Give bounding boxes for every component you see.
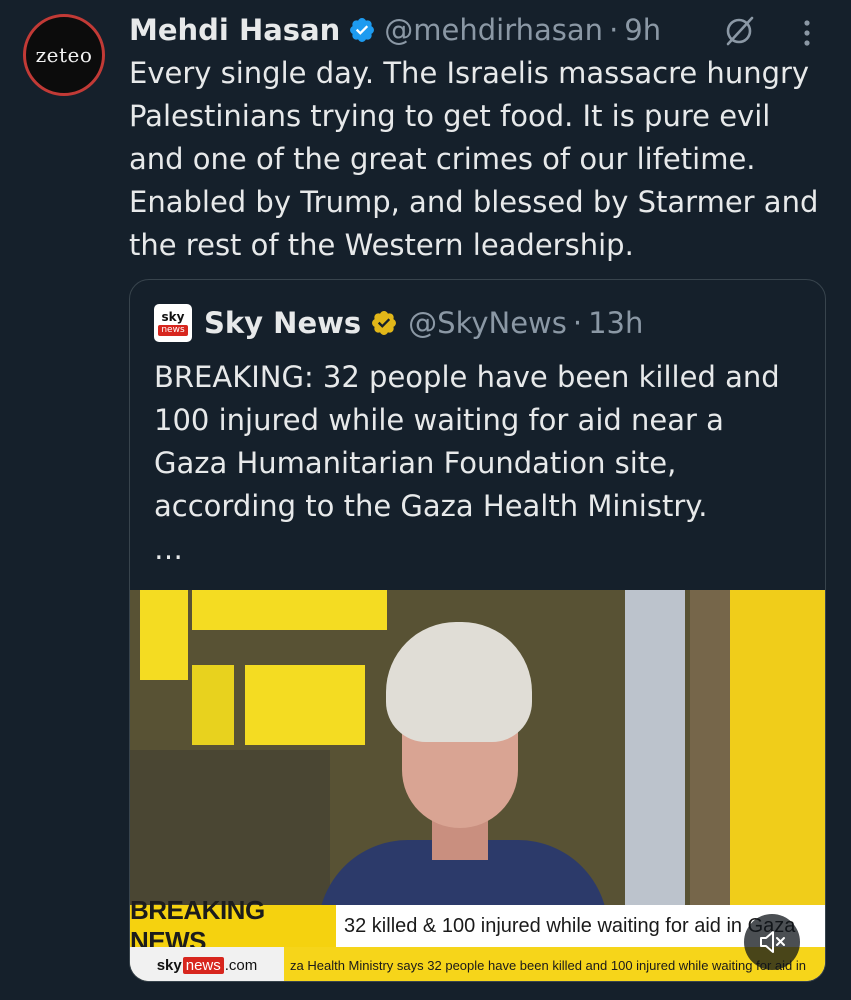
ticker-crawl-text: za Health Ministry says 32 people have b… xyxy=(284,947,825,981)
quoted-tweet-header: sky news Sky News @SkyNews · 13h xyxy=(154,302,643,344)
studio-window-light xyxy=(625,590,685,910)
studio-panel-yellow xyxy=(192,665,234,745)
author-avatar[interactable]: zeteo xyxy=(23,14,105,96)
logo-com: .com xyxy=(224,956,258,974)
breaking-news-label: BREAKING NEWS xyxy=(130,895,336,956)
quoted-author-handle[interactable]: @SkyNews xyxy=(408,306,567,340)
quoted-tweet-card[interactable]: sky news Sky News @SkyNews · 13h BREAKIN… xyxy=(129,279,826,982)
studio-panel-yellow xyxy=(245,665,365,745)
news-ticker: sky news .com za Health Ministry says 32… xyxy=(130,947,825,981)
author-handle[interactable]: @mehdirhasan xyxy=(384,13,603,47)
sky-news-avatar[interactable]: sky news xyxy=(154,304,192,342)
quoted-tweet-text: BREAKING: 32 people have been killed and… xyxy=(154,356,794,571)
quoted-tweet-ellipsis: … xyxy=(154,532,183,566)
speaker-muted-icon xyxy=(760,931,785,953)
author-name[interactable]: Mehdi Hasan xyxy=(129,13,340,47)
tweet-header: Mehdi Hasan @mehdirhasan · 9h xyxy=(129,10,661,50)
sky-avatar-bottom: news xyxy=(158,324,188,336)
logo-news: news xyxy=(182,956,224,974)
grok-icon[interactable] xyxy=(722,14,756,48)
more-options-icon[interactable] xyxy=(800,16,814,50)
studio-frame xyxy=(690,590,730,910)
studio-panel-yellow xyxy=(730,590,825,910)
tweet[interactable]: zeteo Mehdi Hasan @mehdirhasan · 9h Ever… xyxy=(0,0,851,1000)
tweet-text: Every single day. The Israelis massacre … xyxy=(129,56,819,262)
studio-panel-yellow xyxy=(192,590,387,630)
logo-sky: sky xyxy=(156,956,182,974)
skynews-com-logo: sky news .com xyxy=(130,947,284,981)
mute-button[interactable] xyxy=(744,914,800,970)
studio-panel-yellow xyxy=(140,590,188,680)
tweet-time[interactable]: 9h xyxy=(624,13,661,47)
verified-badge-icon[interactable] xyxy=(348,16,376,44)
studio-panel-dark xyxy=(130,750,330,910)
verified-org-badge-icon[interactable] xyxy=(370,309,398,337)
quoted-tweet-body: BREAKING: 32 people have been killed and… xyxy=(154,360,780,523)
video-player[interactable]: BREAKING NEWS 32 killed & 100 injured wh… xyxy=(130,590,825,981)
sky-avatar-top: sky xyxy=(161,309,185,324)
zeteo-logo: zeteo xyxy=(35,43,93,67)
quoted-tweet-time[interactable]: 13h xyxy=(588,306,643,340)
breaking-news-bar: BREAKING NEWS 32 killed & 100 injured wh… xyxy=(130,895,825,956)
quoted-author-name[interactable]: Sky News xyxy=(204,306,361,340)
separator-dot: · xyxy=(609,13,619,47)
quoted-separator-dot: · xyxy=(572,306,583,340)
